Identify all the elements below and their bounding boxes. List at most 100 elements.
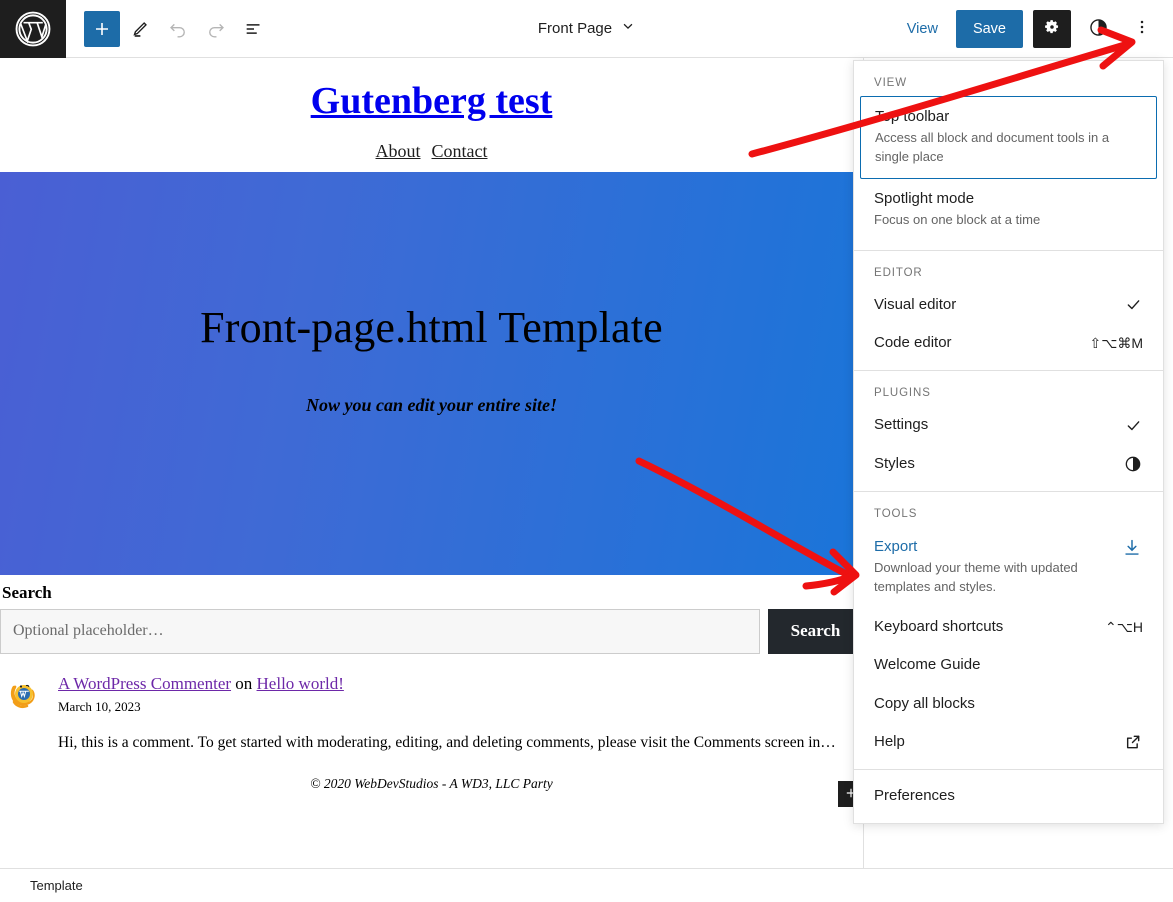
search-block: Search Search	[0, 575, 863, 654]
comment-post-link[interactable]: Hello world!	[257, 674, 344, 693]
document-title-label: Front Page	[537, 20, 613, 37]
menu-item-label: Code editor	[874, 334, 952, 352]
styles-half-circle-icon	[1088, 17, 1109, 41]
edit-tools-button[interactable]	[122, 11, 158, 47]
menu-item-label: Copy all blocks	[874, 694, 975, 712]
menu-item-top-toolbar[interactable]: Top toolbar Access all block and document…	[860, 96, 1157, 180]
menu-item-welcome-guide[interactable]: Welcome Guide	[854, 646, 1163, 684]
menu-group-plugins: Plugins Settings Styles	[854, 371, 1163, 492]
top-bar-left-tools	[66, 10, 272, 47]
site-footer-block: © 2020 WebDevStudios - A WD3, LLC Party	[310, 775, 553, 791]
menu-item-keyboard-shortcuts[interactable]: Keyboard shortcuts ⌃⌥H	[854, 608, 1163, 646]
add-block-button[interactable]	[84, 10, 120, 47]
menu-item-label: Spotlight mode	[874, 190, 975, 208]
list-view-icon	[243, 18, 265, 40]
menu-item-main: Welcome Guide	[874, 655, 1143, 675]
menu-item-code-editor[interactable]: Code editor ⇧⌥⌘M	[854, 324, 1163, 362]
list-view-button[interactable]	[236, 11, 272, 47]
menu-item-label: Preferences	[874, 787, 955, 805]
cover-block[interactable]: Front-page.html Template Now you can edi…	[0, 171, 863, 575]
menu-group-view: View Top toolbar Access all block and docu…	[854, 61, 1163, 251]
menu-item-main: Settings	[874, 415, 1114, 435]
nav-item-contact[interactable]: Contact	[432, 141, 488, 162]
menu-heading: Plugins	[874, 387, 931, 400]
comment-author-link[interactable]: A WordPress Commenter	[58, 674, 231, 693]
comment-body: A WordPress Commenter on Hello world! Ma…	[58, 674, 836, 753]
menu-item-label: Styles	[874, 454, 915, 472]
styles-button[interactable]	[1081, 10, 1115, 48]
site-navigation-block: About Contact	[0, 141, 863, 162]
menu-item-shortcut: ⇧⌥⌘M	[1089, 334, 1143, 351]
menu-item-spotlight-mode[interactable]: Spotlight mode Focus on one block at a ti…	[854, 179, 1163, 242]
menu-heading: Editor	[874, 266, 923, 279]
nav-item-about[interactable]: About	[376, 141, 421, 162]
pencil-icon	[129, 18, 151, 40]
three-dots-vertical-icon	[1132, 17, 1152, 40]
comment-date: March 10, 2023	[58, 698, 141, 714]
comment-block: A WordPress Commenter on Hello world! Ma…	[0, 654, 863, 753]
chevron-down-icon	[621, 19, 635, 38]
menu-item-label: Keyboard shortcuts	[874, 618, 1004, 636]
comment-connector-text: on	[235, 673, 253, 693]
menu-item-copy-all-blocks[interactable]: Copy all blocks	[854, 685, 1163, 723]
menu-item-label: Settings	[874, 416, 929, 434]
redo-button[interactable]	[198, 11, 234, 47]
menu-group-other: Preferences	[854, 770, 1163, 823]
menu-item-settings[interactable]: Settings	[854, 406, 1163, 444]
save-button[interactable]: Save	[955, 9, 1023, 48]
site-header-block: Gutenberg test About Contact	[0, 58, 863, 172]
menu-item-label: Welcome Guide	[874, 656, 981, 674]
wordpress-mascot-avatar	[4, 674, 44, 714]
menu-item-main: Help	[874, 732, 1113, 752]
menu-item-main: Preferences	[874, 786, 1143, 806]
breadcrumb[interactable]: Template	[0, 878, 83, 893]
undo-button[interactable]	[160, 11, 196, 47]
menu-item-shortcut: ⌃⌥H	[1105, 618, 1143, 635]
download-icon	[1121, 537, 1143, 559]
menu-item-styles[interactable]: Styles	[854, 445, 1163, 483]
more-options-menu[interactable]: View Top toolbar Access all block and docu…	[853, 60, 1164, 825]
menu-item-main: Export Download your theme with updated t…	[874, 537, 1111, 596]
menu-group-tools: Tools Export Download your theme with upda…	[854, 492, 1163, 771]
menu-heading: View	[874, 77, 907, 89]
search-label: Search	[2, 582, 52, 602]
menu-item-preferences[interactable]: Preferences	[854, 777, 1163, 815]
menu-item-main: Top toolbar Access all block and document…	[875, 107, 1142, 166]
view-button[interactable]: View	[899, 15, 946, 43]
search-row: Search	[0, 608, 863, 654]
comment-heading: A WordPress Commenter on Hello world!	[58, 674, 836, 694]
menu-item-label: Top toolbar	[875, 108, 950, 125]
site-title-block[interactable]: Gutenberg test	[0, 80, 863, 124]
menu-item-main: Code editor	[874, 333, 1079, 353]
redo-arrow-icon	[205, 18, 227, 40]
search-submit-button[interactable]: Search	[768, 608, 863, 654]
editor-canvas[interactable]: Gutenberg test About Contact Front-page.…	[0, 58, 864, 868]
menu-item-main: Keyboard shortcuts	[874, 617, 1095, 637]
menu-item-main: Copy all blocks	[874, 694, 1143, 714]
more-options-button[interactable]	[1125, 10, 1159, 48]
menu-group-editor: Editor Visual editor Code editor ⇧⌥⌘M	[854, 251, 1163, 372]
menu-item-visual-editor[interactable]: Visual editor	[854, 286, 1163, 324]
plus-icon	[92, 19, 112, 39]
menu-item-help[interactable]: Help	[854, 723, 1163, 761]
undo-arrow-icon	[167, 18, 189, 40]
search-input[interactable]	[0, 608, 760, 654]
hero-heading[interactable]: Front-page.html Template	[200, 302, 663, 353]
styles-half-circle-icon	[1123, 454, 1143, 474]
check-icon	[1124, 295, 1143, 315]
menu-item-export[interactable]: Export Download your theme with updated t…	[854, 527, 1163, 608]
hero-subheading[interactable]: Now you can edit your entire site!	[306, 395, 557, 416]
document-title-button[interactable]: Front Page	[530, 13, 643, 44]
menu-item-label: Help	[874, 732, 905, 750]
menu-heading: Tools	[874, 507, 918, 520]
gear-icon	[1042, 17, 1062, 40]
comment-text: Hi, this is a comment. To get started wi…	[58, 733, 836, 751]
settings-button[interactable]	[1033, 9, 1071, 48]
menu-item-main: Styles	[874, 454, 1113, 474]
check-icon	[1124, 415, 1143, 435]
wordpress-logo-icon	[14, 10, 52, 48]
menu-item-main: Spotlight mode Focus on one block at a ti…	[874, 189, 1143, 230]
top-bar-right-tools: View Save	[899, 9, 1173, 48]
menu-item-description: Download your theme with updated templat…	[874, 560, 1078, 594]
wordpress-logo-button[interactable]	[0, 0, 66, 58]
